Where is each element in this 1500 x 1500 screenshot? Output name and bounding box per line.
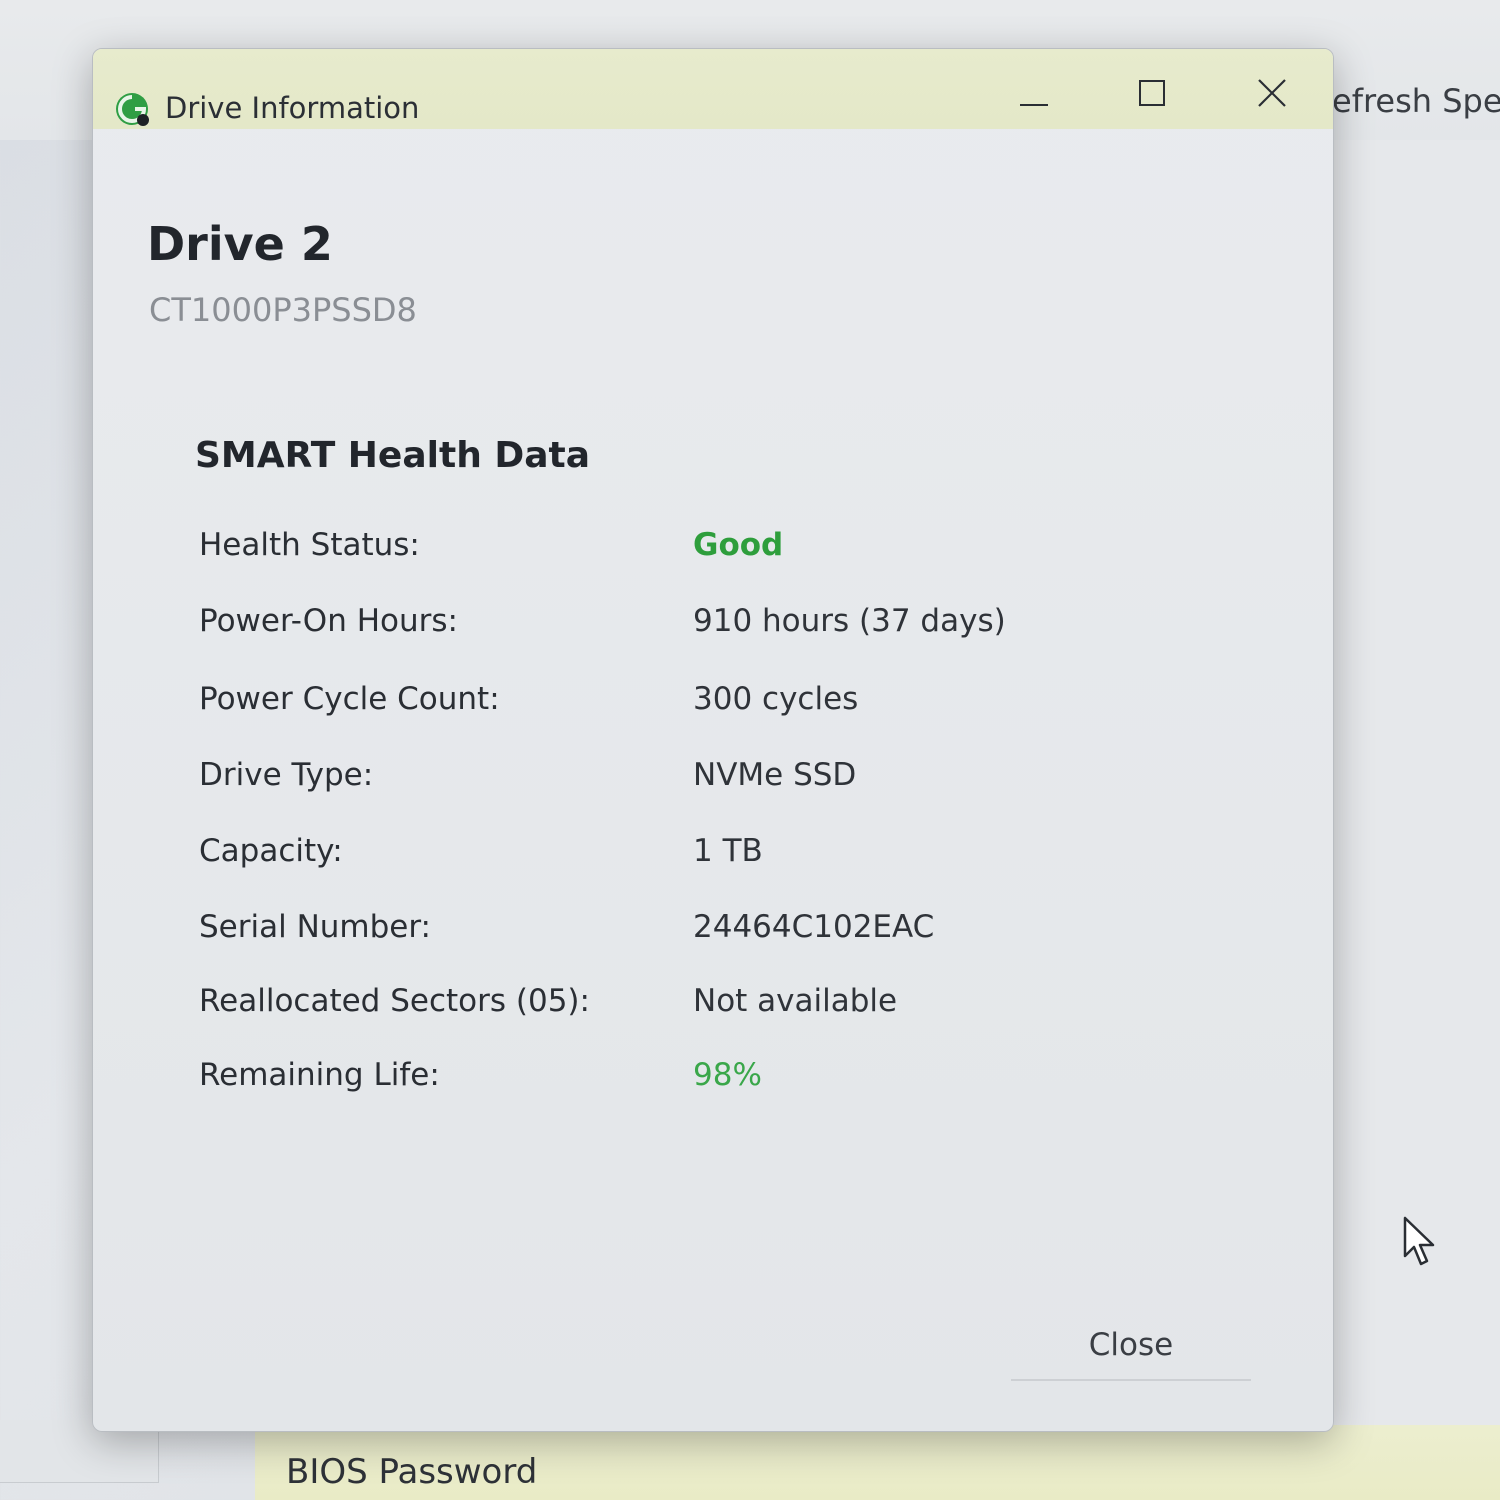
power-on-hours-row: Power-On Hours: 910 hours (37 days) <box>93 603 1333 653</box>
refresh-speed-button[interactable]: efresh Spe <box>1332 82 1500 120</box>
remaining-life-value: 98% <box>693 1057 762 1093</box>
drive-model: CT1000P3PSSD8 <box>149 291 417 329</box>
row-label: Drive Type: <box>199 757 374 793</box>
dialog-titlebar[interactable]: Drive Information <box>93 49 1333 129</box>
maximize-icon <box>1139 80 1165 106</box>
remaining-life-row: Remaining Life: 98% <box>93 1057 1333 1107</box>
row-label: Remaining Life: <box>199 1057 440 1093</box>
row-label: Power Cycle Count: <box>199 681 500 717</box>
capacity-row: Capacity: 1 TB <box>93 833 1333 883</box>
drive-information-dialog: Drive Information Drive 2 CT1000P3PSSD8 … <box>92 48 1334 1432</box>
power-on-hours-value: 910 hours (37 days) <box>693 603 1006 639</box>
close-button[interactable]: Close <box>1011 1311 1251 1381</box>
row-label: Health Status: <box>199 527 420 563</box>
row-label: Power-On Hours: <box>199 603 458 639</box>
minimize-icon <box>1020 104 1048 106</box>
serial-number-value: 24464C102EAC <box>693 909 935 945</box>
reallocated-sectors-value: Not available <box>693 983 898 1019</box>
row-label: Serial Number: <box>199 909 432 945</box>
row-label: Capacity: <box>199 833 343 869</box>
mouse-cursor-icon <box>1403 1216 1435 1266</box>
dialog-title: Drive Information <box>165 91 420 125</box>
close-icon <box>1258 79 1286 107</box>
health-status-value: Good <box>693 527 784 563</box>
drive-type-value: NVMe SSD <box>693 757 857 793</box>
power-cycle-count-row: Power Cycle Count: 300 cycles <box>93 681 1333 731</box>
power-cycle-count-value: 300 cycles <box>693 681 859 717</box>
health-status-row: Health Status: Good <box>93 527 1333 577</box>
drive-health-icon <box>116 93 149 126</box>
serial-number-row: Serial Number: 24464C102EAC <box>93 909 1333 959</box>
drive-name: Drive 2 <box>147 217 333 271</box>
drive-type-row: Drive Type: NVMe SSD <box>93 757 1333 807</box>
window-close-button[interactable] <box>1227 63 1317 123</box>
row-label: Reallocated Sectors (05): <box>199 983 590 1019</box>
bios-password-label: BIOS Password <box>286 1452 538 1492</box>
section-title: SMART Health Data <box>195 435 591 476</box>
reallocated-sectors-row: Reallocated Sectors (05): Not available <box>93 983 1333 1033</box>
minimize-button[interactable] <box>989 63 1079 123</box>
capacity-value: 1 TB <box>693 833 763 869</box>
maximize-button[interactable] <box>1107 63 1197 123</box>
